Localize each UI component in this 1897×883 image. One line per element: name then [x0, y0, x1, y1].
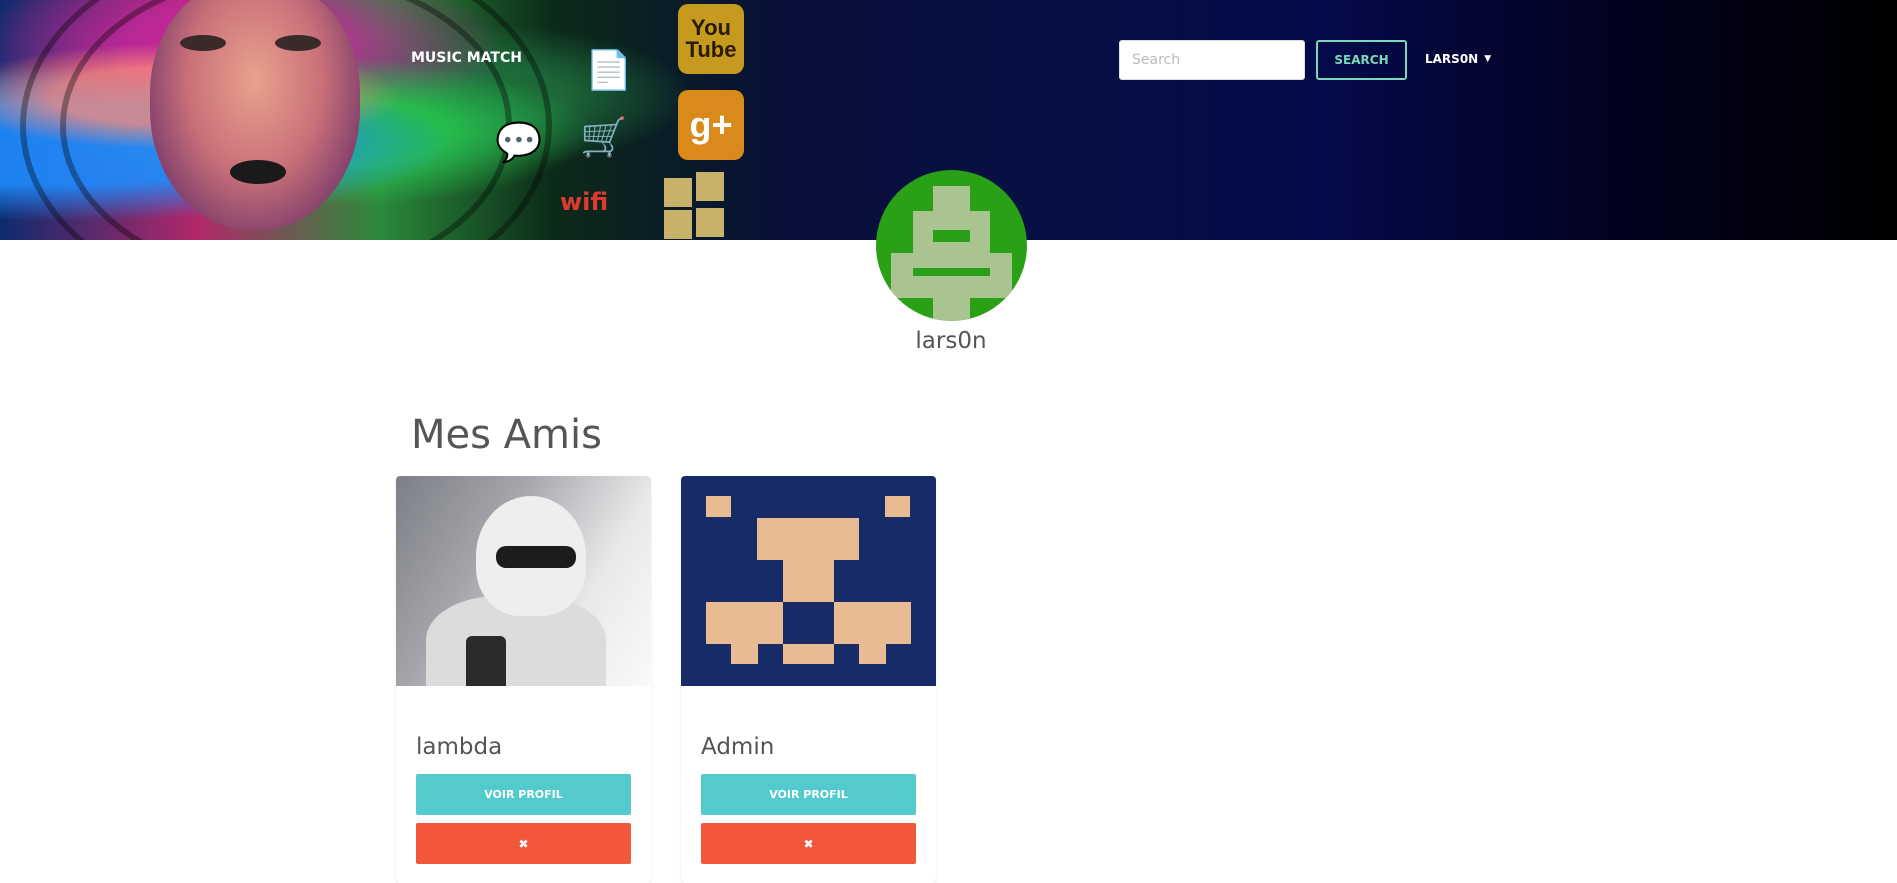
user-menu-label: LARS0N	[1425, 52, 1479, 66]
brand-logo[interactable]: MUSIC MATCH	[411, 50, 522, 66]
face-eye	[275, 35, 321, 51]
friend-name: lambda	[416, 734, 503, 760]
search-input[interactable]	[1119, 40, 1305, 80]
friend-card: Admin VOIR PROFIL ✖	[681, 476, 936, 883]
chat-icon: 💬	[495, 120, 543, 164]
cart-icon: 🛒	[580, 115, 628, 159]
remove-friend-button[interactable]: ✖	[416, 823, 631, 864]
face-eye	[180, 35, 226, 51]
friend-photo	[396, 476, 651, 686]
friend-name: Admin	[701, 734, 775, 760]
google-plus-icon: g+	[678, 90, 744, 160]
face-lips	[230, 160, 286, 184]
friends-section-title: Mes Amis	[411, 412, 602, 458]
profile-avatar	[876, 170, 1027, 321]
document-icon: 📄	[585, 48, 633, 92]
caret-down-icon: ▼	[1484, 54, 1492, 64]
banner-face-image	[150, 0, 360, 230]
view-profile-button[interactable]: VOIR PROFIL	[416, 774, 631, 815]
friend-card: lambda VOIR PROFIL ✖	[396, 476, 651, 883]
profile-username: lars0n	[915, 328, 987, 354]
youtube-icon: You Tube	[678, 4, 744, 74]
youtube-label: You Tube	[685, 15, 737, 62]
search-button[interactable]: SEARCH	[1316, 40, 1407, 80]
windows-icon	[664, 172, 726, 239]
remove-friend-button[interactable]: ✖	[701, 823, 916, 864]
friend-photo	[681, 476, 936, 686]
wifi-icon: wifi	[560, 188, 609, 216]
view-profile-button[interactable]: VOIR PROFIL	[701, 774, 916, 815]
user-menu[interactable]: LARS0N ▼	[1425, 52, 1491, 66]
google-plus-label: g+	[689, 104, 733, 145]
